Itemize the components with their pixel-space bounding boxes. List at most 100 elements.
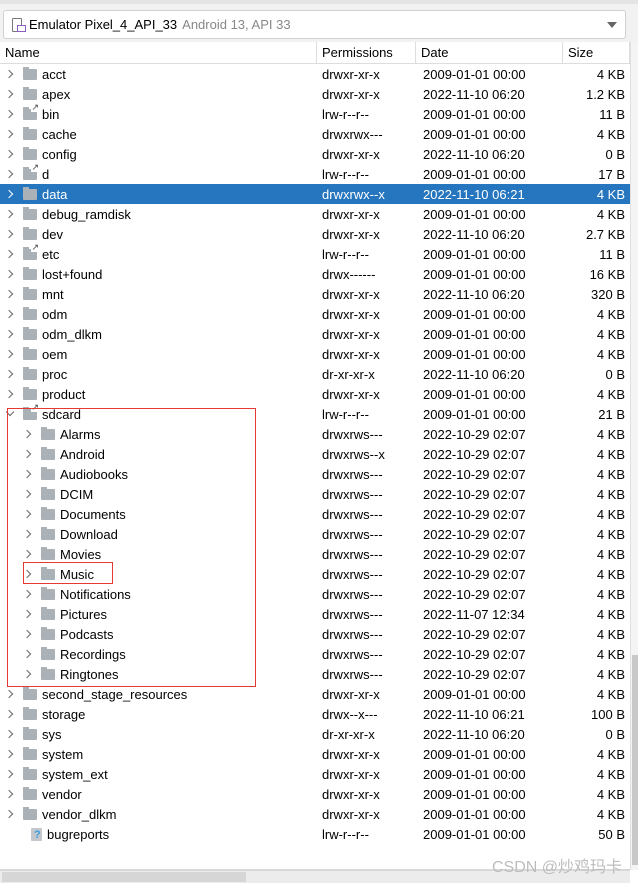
chevron-right-icon[interactable] — [23, 549, 33, 559]
tree-row-dcim[interactable]: DCIM drwxrws--- 2022-10-29 02:07 4 KB — [0, 484, 630, 504]
chevron-right-icon[interactable] — [5, 209, 15, 219]
chevron-right-icon[interactable] — [5, 149, 15, 159]
column-header-size[interactable]: Size — [563, 42, 630, 63]
tree-row-mnt[interactable]: mnt drwxr-xr-x 2022-11-10 06:20 320 B — [0, 284, 630, 304]
chevron-right-icon[interactable] — [5, 89, 15, 99]
tree-row-system-ext[interactable]: system_ext drwxr-xr-x 2009-01-01 00:00 4 KB — [0, 764, 630, 784]
chevron-right-icon[interactable] — [5, 109, 15, 119]
tree-row-cache[interactable]: cache drwxrwx--- 2009-01-01 00:00 4 KB — [0, 124, 630, 144]
tree-row-music[interactable]: Music drwxrws--- 2022-10-29 02:07 4 KB — [0, 564, 630, 584]
chevron-right-icon[interactable] — [5, 389, 15, 399]
permissions-cell: drwxr-xr-x — [322, 346, 380, 362]
tree-row-download[interactable]: Download drwxrws--- 2022-10-29 02:07 4 KB — [0, 524, 630, 544]
chevron-right-icon[interactable] — [23, 609, 33, 619]
tree-row-recordings[interactable]: Recordings drwxrws--- 2022-10-29 02:07 4 KB — [0, 644, 630, 664]
horizontal-scrollbar-thumb[interactable] — [2, 872, 246, 882]
chevron-right-icon[interactable] — [5, 269, 15, 279]
tree-row-ringtones[interactable]: Ringtones drwxrws--- 2022-10-29 02:07 4 KB — [0, 664, 630, 684]
date-cell: 2009-01-01 00:00 — [423, 126, 526, 142]
tree-row-bugreports[interactable]: bugreports lrw-r--r-- 2009-01-01 00:00 50 B — [0, 824, 630, 844]
chevron-right-icon[interactable] — [5, 809, 15, 819]
chevron-right-icon[interactable] — [23, 589, 33, 599]
tree-row-movies[interactable]: Movies drwxrws--- 2022-10-29 02:07 4 KB — [0, 544, 630, 564]
tree-row-lost-found[interactable]: lost+found drwx------ 2009-01-01 00:00 16 K… — [0, 264, 630, 284]
tree-row-proc[interactable]: proc dr-xr-xr-x 2022-11-10 06:20 0 B — [0, 364, 630, 384]
chevron-down-icon[interactable] — [5, 409, 15, 419]
tree-row-apex[interactable]: apex drwxr-xr-x 2022-11-10 06:20 1.2 KB — [0, 84, 630, 104]
chevron-right-icon[interactable] — [23, 569, 33, 579]
folder-icon — [23, 86, 37, 100]
chevron-right-icon[interactable] — [5, 769, 15, 779]
tree-row-pictures[interactable]: Pictures drwxrws--- 2022-11-07 12:34 4 KB — [0, 604, 630, 624]
tree-row-sdcard[interactable]: sdcard lrw-r--r-- 2009-01-01 00:00 21 B — [0, 402, 630, 424]
date-cell: 2022-10-29 02:07 — [423, 566, 526, 582]
tree-row-notifications[interactable]: Notifications drwxrws--- 2022-10-29 02:07 4… — [0, 584, 630, 604]
tree-row-debug-ramdisk[interactable]: debug_ramdisk drwxr-xr-x 2009-01-01 00:00 4… — [0, 204, 630, 224]
tree-row-data[interactable]: data drwxrwx--x 2022-11-10 06:21 4 KB — [0, 184, 630, 204]
chevron-right-icon[interactable] — [5, 249, 15, 259]
permissions-cell: drwxrwx--x — [322, 186, 385, 202]
chevron-right-icon[interactable] — [5, 749, 15, 759]
name-cell: proc — [0, 364, 317, 384]
device-selector[interactable]: Emulator Pixel_4_API_33 Android 13, API … — [3, 10, 626, 39]
tree-row-odm-dlkm[interactable]: odm_dlkm drwxr-xr-x 2009-01-01 00:00 4 KB — [0, 324, 630, 344]
column-header-name[interactable]: Name — [0, 42, 317, 63]
tree-row-system[interactable]: system drwxr-xr-x 2009-01-01 00:00 4 KB — [0, 744, 630, 764]
chevron-right-icon[interactable] — [5, 689, 15, 699]
chevron-right-icon[interactable] — [5, 309, 15, 319]
name-cell: Alarms — [0, 424, 317, 444]
chevron-right-icon[interactable] — [5, 729, 15, 739]
vertical-scrollbar-thumb[interactable] — [632, 655, 638, 865]
name-cell: Ringtones — [0, 664, 317, 684]
chevron-down-icon[interactable] — [607, 22, 617, 28]
chevron-right-icon[interactable] — [5, 369, 15, 379]
tree-row-dev[interactable]: dev drwxr-xr-x 2022-11-10 06:20 2.7 KB — [0, 224, 630, 244]
tree-row-storage[interactable]: storage drwx--x--- 2022-11-10 06:21 100 B — [0, 704, 630, 724]
chevron-right-icon[interactable] — [23, 649, 33, 659]
tree-row-audiobooks[interactable]: Audiobooks drwxrws--- 2022-10-29 02:07 4 KB — [0, 464, 630, 484]
permissions-cell: drwxr-xr-x — [322, 66, 380, 82]
tree-row-second-stage-resources[interactable]: second_stage_resources drwxr-xr-x 2009-01-… — [0, 684, 630, 704]
tree-row-odm[interactable]: odm drwxr-xr-x 2009-01-01 00:00 4 KB — [0, 304, 630, 324]
tree-row-documents[interactable]: Documents drwxrws--- 2022-10-29 02:07 4 KB — [0, 504, 630, 524]
tree-row-bin[interactable]: bin lrw-r--r-- 2009-01-01 00:00 11 B — [0, 102, 630, 124]
chevron-right-icon[interactable] — [5, 129, 15, 139]
chevron-right-icon[interactable] — [5, 709, 15, 719]
chevron-right-icon[interactable] — [5, 789, 15, 799]
folder-icon — [23, 786, 37, 800]
chevron-right-icon[interactable] — [5, 69, 15, 79]
tree-row-d[interactable]: d lrw-r--r-- 2009-01-01 00:00 17 B — [0, 162, 630, 184]
chevron-right-icon[interactable] — [23, 629, 33, 639]
chevron-right-icon[interactable] — [5, 329, 15, 339]
chevron-right-icon[interactable] — [23, 509, 33, 519]
tree-row-android[interactable]: Android drwxrws--x 2022-10-29 02:07 4 KB — [0, 444, 630, 464]
tree-row-acct[interactable]: acct drwxr-xr-x 2009-01-01 00:00 4 KB — [0, 64, 630, 84]
chevron-right-icon[interactable] — [5, 229, 15, 239]
tree-row-sys[interactable]: sys dr-xr-xr-x 2022-11-10 06:20 0 B — [0, 724, 630, 744]
chevron-right-icon[interactable] — [23, 469, 33, 479]
tree-row-oem[interactable]: oem drwxr-xr-x 2009-01-01 00:00 4 KB — [0, 344, 630, 364]
tree-row-vendor-dlkm[interactable]: vendor_dlkm drwxr-xr-x 2009-01-01 00:00 4 K… — [0, 804, 630, 824]
permissions-cell: drwxrws--- — [322, 586, 383, 602]
chevron-right-icon[interactable] — [5, 349, 15, 359]
date-cell: 2009-01-01 00:00 — [423, 246, 526, 262]
tree-row-etc[interactable]: etc lrw-r--r-- 2009-01-01 00:00 11 B — [0, 242, 630, 264]
column-header-permissions[interactable]: Permissions — [317, 42, 416, 63]
chevron-right-icon[interactable] — [23, 529, 33, 539]
tree-row-vendor[interactable]: vendor drwxr-xr-x 2009-01-01 00:00 4 KB — [0, 784, 630, 804]
chevron-right-icon[interactable] — [23, 489, 33, 499]
chevron-right-icon[interactable] — [5, 189, 15, 199]
chevron-right-icon[interactable] — [23, 669, 33, 679]
chevron-right-icon[interactable] — [23, 449, 33, 459]
chevron-right-icon[interactable] — [5, 289, 15, 299]
chevron-right-icon[interactable] — [5, 169, 15, 179]
tree-row-podcasts[interactable]: Podcasts drwxrws--- 2022-10-29 02:07 4 KB — [0, 624, 630, 644]
device-detail: Android 13, API 33 — [182, 17, 291, 32]
vertical-scrollbar[interactable] — [630, 42, 638, 870]
tree-row-product[interactable]: product drwxr-xr-x 2009-01-01 00:00 4 KB — [0, 384, 630, 404]
file-name: Android — [60, 446, 105, 462]
column-header-date[interactable]: Date — [416, 42, 563, 63]
tree-row-config[interactable]: config drwxr-xr-x 2022-11-10 06:20 0 B — [0, 144, 630, 164]
chevron-right-icon[interactable] — [23, 429, 33, 439]
tree-row-alarms[interactable]: Alarms drwxrws--- 2022-10-29 02:07 4 KB — [0, 424, 630, 444]
